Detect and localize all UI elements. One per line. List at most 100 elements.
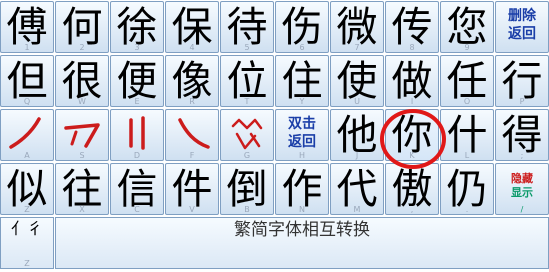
stroke-hengzhe-icon bbox=[64, 123, 100, 148]
key-hint: B bbox=[244, 205, 250, 214]
delete-return-button[interactable]: 删除 返回 bbox=[495, 1, 549, 53]
key-char[interactable]: 像R bbox=[165, 55, 219, 107]
key-char[interactable]: 往X bbox=[55, 163, 109, 215]
key-hint: O bbox=[463, 97, 471, 106]
key-char[interactable]: 行P bbox=[495, 55, 549, 107]
stroke-hengzhe-button[interactable]: S bbox=[55, 109, 109, 161]
key-hint: K bbox=[409, 151, 415, 160]
key-hint: G bbox=[243, 151, 251, 160]
stroke-zhe-button[interactable]: G bbox=[220, 109, 274, 161]
key-hint: N bbox=[299, 205, 305, 214]
key-char[interactable]: 保4 bbox=[165, 1, 219, 53]
key-char[interactable]: 任O bbox=[440, 55, 494, 107]
key-char[interactable]: 仍. bbox=[440, 163, 494, 215]
key-char[interactable]: 但Q bbox=[0, 55, 54, 107]
key-row-5: 亻彳 Z 繁简字体相互转换 bbox=[0, 216, 549, 270]
handwriting-keyboard: 傅1 何2 徐3 保4 待5 伤6 微7 传8 您9 删除 返回 但Q 很W 便… bbox=[0, 0, 549, 272]
key-hint: J bbox=[355, 151, 359, 160]
stroke-shu-button[interactable]: D bbox=[110, 109, 164, 161]
stroke-shu-icon bbox=[129, 116, 145, 150]
hide-show-button[interactable]: 隐藏 显示 / bbox=[495, 163, 549, 215]
key-row-4: 似Z 往X 信C 件V 倒B 作N 代M 傲, 仍. 隐藏 显示 / bbox=[0, 162, 549, 216]
key-hint: P bbox=[519, 97, 525, 106]
stroke-na-button[interactable]: F bbox=[165, 109, 219, 161]
key-hint: 3 bbox=[134, 43, 140, 52]
key-char[interactable]: 很W bbox=[55, 55, 109, 107]
radical-label: 亻彳 bbox=[10, 219, 43, 238]
key-hint: 5 bbox=[244, 43, 250, 52]
key-hint: / bbox=[520, 205, 524, 214]
key-hint: D bbox=[133, 151, 141, 160]
key-char[interactable]: 何2 bbox=[55, 1, 109, 53]
key-row-3: A S D F G 双击 返回 H 他J 你K 什L 得; bbox=[0, 108, 549, 162]
key-char[interactable]: 您9 bbox=[440, 1, 494, 53]
stroke-zhe-icon bbox=[231, 118, 263, 150]
key-char[interactable]: 作N bbox=[275, 163, 329, 215]
stroke-na-icon bbox=[178, 118, 210, 149]
return-label: 返回 bbox=[508, 26, 536, 42]
key-char[interactable]: 住Y bbox=[275, 55, 329, 107]
show-label: 显示 bbox=[511, 186, 533, 199]
key-char[interactable]: 微7 bbox=[330, 1, 384, 53]
traditional-simplified-toggle-button[interactable]: 繁简字体相互转换 bbox=[55, 217, 549, 269]
key-hint: 1 bbox=[24, 43, 30, 52]
key-char[interactable]: 什L bbox=[440, 109, 494, 161]
key-char[interactable]: 做I bbox=[385, 55, 439, 107]
key-hint: ; bbox=[520, 151, 524, 160]
radical-key[interactable]: 亻彳 Z bbox=[0, 217, 54, 269]
key-hint: X bbox=[79, 205, 85, 214]
key-char[interactable]: 位T bbox=[220, 55, 274, 107]
delete-label: 删除 bbox=[508, 8, 536, 24]
key-hint: U bbox=[354, 97, 360, 106]
double-return-label: 返回 bbox=[288, 134, 316, 150]
key-char[interactable]: 待5 bbox=[220, 1, 274, 53]
key-hint: R bbox=[189, 97, 195, 106]
key-row-2: 但Q 很W 便E 像R 位T 住Y 使U 做I 任O 行P bbox=[0, 54, 549, 108]
key-hint: I bbox=[410, 97, 414, 106]
toggle-label: 繁简字体相互转换 bbox=[234, 220, 370, 240]
key-char[interactable]: 傲, bbox=[385, 163, 439, 215]
key-hint: Z bbox=[24, 205, 30, 214]
key-hint: Q bbox=[23, 97, 31, 106]
stroke-pie-icon bbox=[9, 117, 41, 149]
key-char[interactable]: 徐3 bbox=[110, 1, 164, 53]
key-hint: A bbox=[24, 151, 30, 160]
key-row-1: 傅1 何2 徐3 保4 待5 伤6 微7 传8 您9 删除 返回 bbox=[0, 0, 549, 54]
key-char[interactable]: 信C bbox=[110, 163, 164, 215]
key-char[interactable]: 便E bbox=[110, 55, 164, 107]
key-hint: 4 bbox=[189, 43, 195, 52]
key-hint: , bbox=[410, 205, 414, 214]
key-hint: 9 bbox=[464, 43, 470, 52]
key-char[interactable]: 倒B bbox=[220, 163, 274, 215]
key-hint: H bbox=[298, 151, 305, 160]
key-hint: L bbox=[464, 151, 470, 160]
key-char[interactable]: 件V bbox=[165, 163, 219, 215]
key-hint: Z bbox=[24, 259, 30, 268]
double-click-return-button[interactable]: 双击 返回 H bbox=[275, 109, 329, 161]
key-hint: W bbox=[78, 97, 86, 106]
key-hint: S bbox=[79, 151, 85, 160]
key-hint: Y bbox=[299, 97, 305, 106]
key-char[interactable]: 得; bbox=[495, 109, 549, 161]
key-char[interactable]: 伤6 bbox=[275, 1, 329, 53]
key-hint: V bbox=[189, 205, 195, 214]
key-char-selected[interactable]: 你K bbox=[385, 109, 439, 161]
key-char[interactable]: 他J bbox=[330, 109, 384, 161]
key-char[interactable]: 使U bbox=[330, 55, 384, 107]
key-hint: C bbox=[134, 205, 140, 214]
key-hint: 6 bbox=[299, 43, 305, 52]
key-hint: T bbox=[244, 97, 250, 106]
key-hint: M bbox=[353, 205, 361, 214]
key-hint: 7 bbox=[354, 43, 360, 52]
key-char[interactable]: 传8 bbox=[385, 1, 439, 53]
key-hint: 2 bbox=[79, 43, 85, 52]
key-hint: E bbox=[134, 97, 140, 106]
key-char[interactable]: 似Z bbox=[0, 163, 54, 215]
key-hint: . bbox=[465, 205, 469, 214]
key-char[interactable]: 傅1 bbox=[0, 1, 54, 53]
key-char[interactable]: 代M bbox=[330, 163, 384, 215]
stroke-pie-button[interactable]: A bbox=[0, 109, 54, 161]
double-click-label: 双击 bbox=[288, 116, 316, 132]
key-hint: F bbox=[189, 151, 195, 160]
key-hint: 8 bbox=[409, 43, 415, 52]
